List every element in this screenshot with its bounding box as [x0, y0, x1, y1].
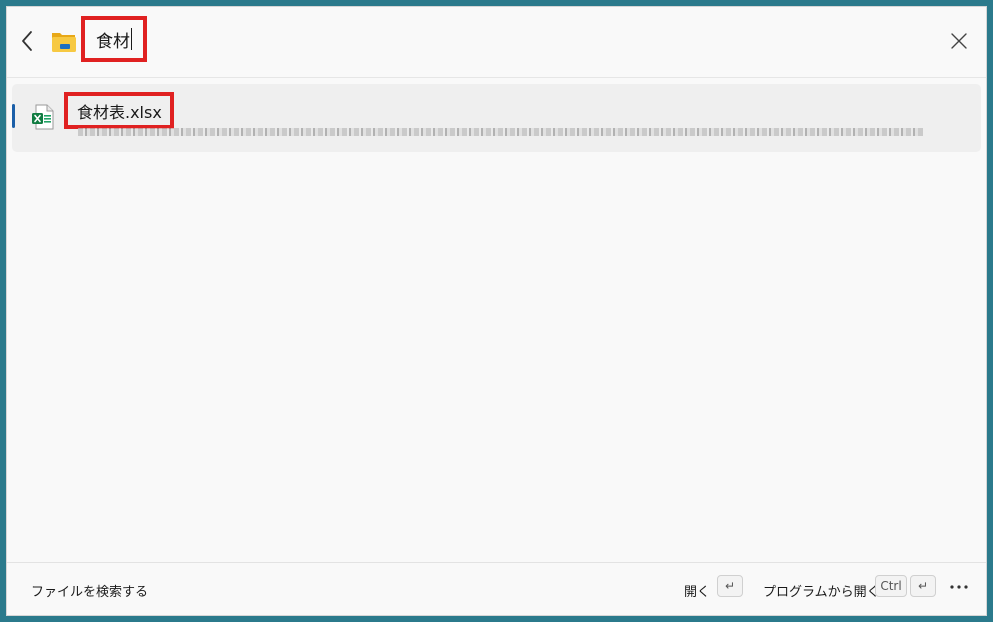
- footer-bar: ファイルを検索する 開く ↵ プログラムから開く Ctrl ↵: [7, 562, 986, 615]
- search-window: 食材 食材表.xlsx ファイルを検索する 開く ↵ プログラムから開く Ctr…: [6, 6, 987, 616]
- chevron-left-icon: [22, 31, 32, 51]
- result-name-highlight: 食材表.xlsx: [64, 92, 174, 129]
- back-button[interactable]: [17, 29, 39, 53]
- enter-icon: ↵: [917, 579, 929, 593]
- text-caret: [131, 28, 132, 50]
- ctrl-key-hint: Ctrl: [875, 575, 907, 597]
- enter-icon: ↵: [724, 579, 736, 593]
- close-button[interactable]: [950, 32, 968, 50]
- more-options-button[interactable]: [948, 577, 970, 597]
- search-result-item[interactable]: 食材表.xlsx: [12, 84, 981, 152]
- result-file-path-redacted: [78, 128, 923, 136]
- close-icon: [951, 33, 967, 49]
- open-with-action[interactable]: プログラムから開く: [763, 581, 880, 600]
- search-query: 食材: [96, 31, 130, 52]
- file-explorer-icon: [51, 29, 77, 53]
- search-header: 食材: [7, 7, 986, 78]
- excel-file-icon: [32, 104, 54, 130]
- ctrl-key-label: Ctrl: [880, 579, 902, 593]
- search-files-link[interactable]: ファイルを検索する: [31, 581, 148, 600]
- more-icon: [950, 585, 968, 589]
- enter-key-hint-2: ↵: [910, 575, 936, 597]
- search-input[interactable]: 食材: [81, 16, 147, 62]
- selection-indicator: [12, 104, 15, 128]
- enter-key-hint: ↵: [717, 575, 743, 597]
- open-action[interactable]: 開く: [684, 581, 710, 600]
- result-file-name: 食材表.xlsx: [77, 102, 162, 122]
